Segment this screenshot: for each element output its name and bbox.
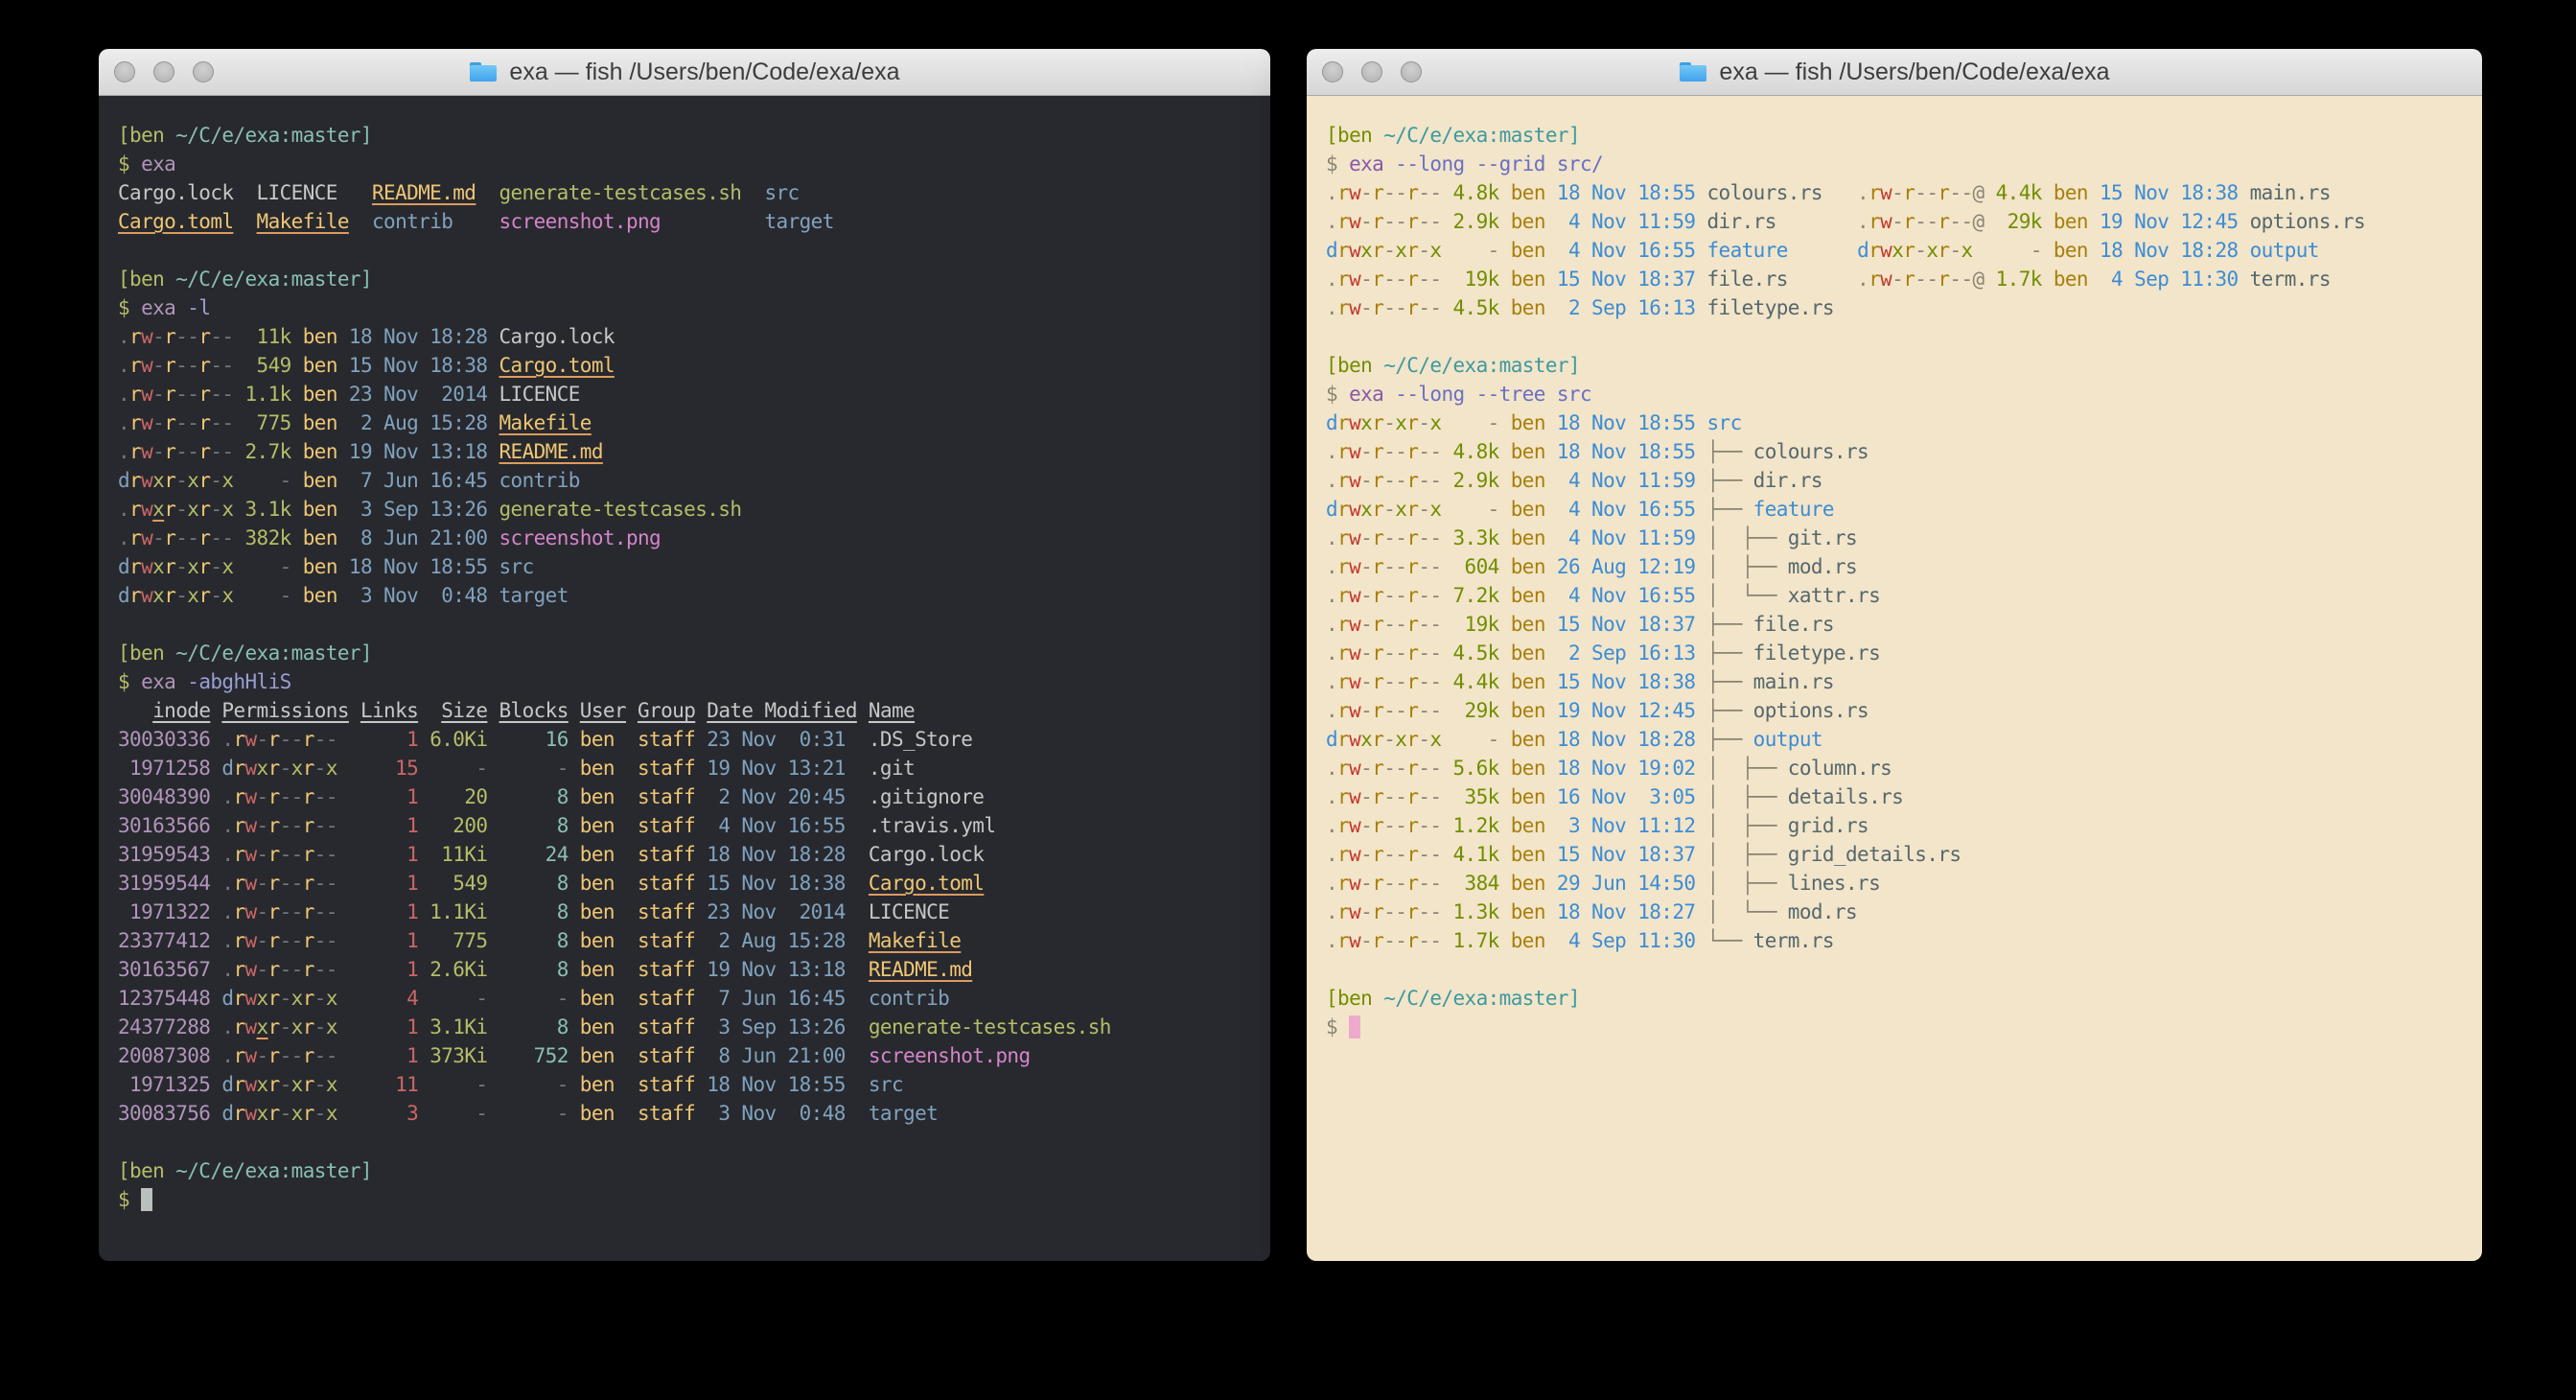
traffic-lights [1322,49,1422,95]
terminal-line: .rw-r--r-- 19k ben 15 Nov 18:37 ├── file… [1326,610,2463,639]
terminal-line: 12375448 drwxr-xr-x 4 - - ben staff 7 Ju… [118,984,1251,1013]
terminal-line: [ben ~/C/e/exa:master] [118,265,1251,293]
terminal-line: 1971325 drwxr-xr-x 11 - - ben staff 18 N… [118,1070,1251,1099]
terminal-line: .rw-r--r-- 2.7k ben 19 Nov 13:18 README.… [118,437,1251,466]
terminal-line: .rw-r--r-- 775 ben 2 Aug 15:28 Makefile [118,408,1251,437]
terminal-line: .rw-r--r-- 29k ben 19 Nov 12:45 ├── opti… [1326,696,2463,725]
terminal-line: .rw-r--r-- 19k ben 15 Nov 18:37 file.rs … [1326,265,2463,293]
terminal-line: .rw-r--r-- 2.9k ben 4 Nov 11:59 dir.rs .… [1326,207,2463,236]
terminal-line [118,1128,1251,1156]
terminal-line: .rwxr-xr-x 3.1k ben 3 Sep 13:26 generate… [118,495,1251,524]
zoom-button[interactable] [193,61,214,82]
terminal-line: $ exa [118,150,1251,178]
terminal-line: 30083756 drwxr-xr-x 3 - - ben staff 3 No… [118,1099,1251,1128]
terminal-line: .rw-r--r-- 549 ben 15 Nov 18:38 Cargo.to… [118,351,1251,380]
window-title: exa — fish /Users/ben/Code/exa/exa [1307,58,2482,86]
terminal-line: .rw-r--r-- 1.2k ben 3 Nov 11:12 │ ├── gr… [1326,811,2463,840]
terminal-screen-right[interactable]: [ben ~/C/e/exa:master]$ exa --long --gri… [1307,96,2482,1261]
terminal-line: [ben ~/C/e/exa:master] [1326,351,2463,380]
window-title-text: exa — fish /Users/ben/Code/exa/exa [1719,58,2109,86]
terminal-line [118,610,1251,639]
terminal-line: $ exa -l [118,293,1251,322]
terminal-line: .rw-r--r-- 4.5k ben 2 Sep 16:13 ├── file… [1326,639,2463,667]
terminal-line: .rw-r--r-- 1.3k ben 18 Nov 18:27 │ └── m… [1326,898,2463,926]
terminal-line: .rw-r--r-- 35k ben 16 Nov 3:05 │ ├── det… [1326,782,2463,811]
terminal-line: .rw-r--r-- 4.8k ben 18 Nov 18:55 colours… [1326,178,2463,207]
zoom-button[interactable] [1401,61,1422,82]
terminal-line [1326,955,2463,984]
terminal-line: .rw-r--r-- 604 ben 26 Aug 12:19 │ ├── mo… [1326,552,2463,581]
terminal-line: 30163566 .rw-r--r-- 1 200 8 ben staff 4 … [118,811,1251,840]
traffic-lights [114,49,214,95]
terminal-line: [ben ~/C/e/exa:master] [118,121,1251,150]
terminal-line: 20087308 .rw-r--r-- 1 373Ki 752 ben staf… [118,1041,1251,1070]
folder-icon [469,60,498,83]
cursor [141,1188,152,1211]
minimize-button[interactable] [153,61,174,82]
terminal-line: .rw-r--r-- 5.6k ben 18 Nov 19:02 │ ├── c… [1326,754,2463,782]
terminal-line: drwxr-xr-x - ben 4 Nov 16:55 ├── feature [1326,495,2463,524]
terminal-line: [ben ~/C/e/exa:master] [118,1156,1251,1185]
terminal-line: 31959544 .rw-r--r-- 1 549 8 ben staff 15… [118,869,1251,898]
terminal-line: drwxr-xr-x - ben 18 Nov 18:28 ├── output [1326,725,2463,754]
folder-icon [1679,60,1707,83]
terminal-line: .rw-r--r-- 1.7k ben 4 Sep 11:30 └── term… [1326,926,2463,955]
terminal-line: $ exa --long --grid src/ [1326,150,2463,178]
terminal-line: .rw-r--r-- 4.8k ben 18 Nov 18:55 ├── col… [1326,437,2463,466]
terminal-line: 1971322 .rw-r--r-- 1 1.1Ki 8 ben staff 2… [118,898,1251,926]
terminal-line: 24377288 .rwxr-xr-x 1 3.1Ki 8 ben staff … [118,1013,1251,1041]
terminal-line: .rw-r--r-- 4.5k ben 2 Sep 16:13 filetype… [1326,293,2463,322]
close-button[interactable] [1322,61,1343,82]
terminal-line: drwxr-xr-x - ben 7 Jun 16:45 contrib [118,466,1251,495]
minimize-button[interactable] [1361,61,1382,82]
terminal-window-left: exa — fish /Users/ben/Code/exa/exa [ben … [99,49,1270,1261]
terminal-line: $ exa --long --tree src [1326,380,2463,408]
terminal-line: .rw-r--r-- 4.1k ben 15 Nov 18:37 │ ├── g… [1326,840,2463,869]
terminal-line: inode Permissions Links Size Blocks User… [118,696,1251,725]
terminal-line: [ben ~/C/e/exa:master] [1326,121,2463,150]
terminal-line: .rw-r--r-- 4.4k ben 15 Nov 18:38 ├── mai… [1326,667,2463,696]
terminal-line: $ exa -abghHliS [118,667,1251,696]
terminal-line: [ben ~/C/e/exa:master] [118,639,1251,667]
terminal-line: drwxr-xr-x - ben 4 Nov 16:55 feature drw… [1326,236,2463,265]
terminal-line [1326,322,2463,351]
terminal-line: 30163567 .rw-r--r-- 1 2.6Ki 8 ben staff … [118,955,1251,984]
window-title-text: exa — fish /Users/ben/Code/exa/exa [509,58,899,86]
terminal-line: .rw-r--r-- 384 ben 29 Jun 14:50 │ ├── li… [1326,869,2463,898]
terminal-line [118,236,1251,265]
terminal-screen-left[interactable]: [ben ~/C/e/exa:master]$ exaCargo.lock LI… [99,96,1270,1261]
cursor [1349,1015,1360,1038]
terminal-line: 31959543 .rw-r--r-- 1 11Ki 24 ben staff … [118,840,1251,869]
terminal-line: .rw-r--r-- 382k ben 8 Jun 21:00 screensh… [118,524,1251,552]
terminal-line: Cargo.toml Makefile contrib screenshot.p… [118,207,1251,236]
close-button[interactable] [114,61,135,82]
titlebar[interactable]: exa — fish /Users/ben/Code/exa/exa [1307,49,2482,96]
terminal-line: .rw-r--r-- 1.1k ben 23 Nov 2014 LICENCE [118,380,1251,408]
terminal-line: 1971258 drwxr-xr-x 15 - - ben staff 19 N… [118,754,1251,782]
terminal-line: Cargo.lock LICENCE README.md generate-te… [118,178,1251,207]
desktop: { "window_title": "exa — fish /Users/ben… [0,0,2576,1400]
terminal-line: [ben ~/C/e/exa:master] [1326,984,2463,1013]
terminal-line: $ [1326,1013,2463,1041]
terminal-line: 23377412 .rw-r--r-- 1 775 8 ben staff 2 … [118,926,1251,955]
terminal-line: .rw-r--r-- 3.3k ben 4 Nov 11:59 │ ├── gi… [1326,524,2463,552]
window-title: exa — fish /Users/ben/Code/exa/exa [99,58,1270,86]
terminal-line: 30030336 .rw-r--r-- 1 6.0Ki 16 ben staff… [118,725,1251,754]
terminal-line: .rw-r--r-- 7.2k ben 4 Nov 16:55 │ └── xa… [1326,581,2463,610]
titlebar[interactable]: exa — fish /Users/ben/Code/exa/exa [99,49,1270,96]
terminal-line: 30048390 .rw-r--r-- 1 20 8 ben staff 2 N… [118,782,1251,811]
terminal-line: drwxr-xr-x - ben 18 Nov 18:55 src [118,552,1251,581]
terminal-window-right: exa — fish /Users/ben/Code/exa/exa [ben … [1307,49,2482,1261]
terminal-line: .rw-r--r-- 11k ben 18 Nov 18:28 Cargo.lo… [118,322,1251,351]
terminal-line: drwxr-xr-x - ben 18 Nov 18:55 src [1326,408,2463,437]
terminal-line: $ [118,1185,1251,1214]
terminal-line: drwxr-xr-x - ben 3 Nov 0:48 target [118,581,1251,610]
terminal-line: .rw-r--r-- 2.9k ben 4 Nov 11:59 ├── dir.… [1326,466,2463,495]
